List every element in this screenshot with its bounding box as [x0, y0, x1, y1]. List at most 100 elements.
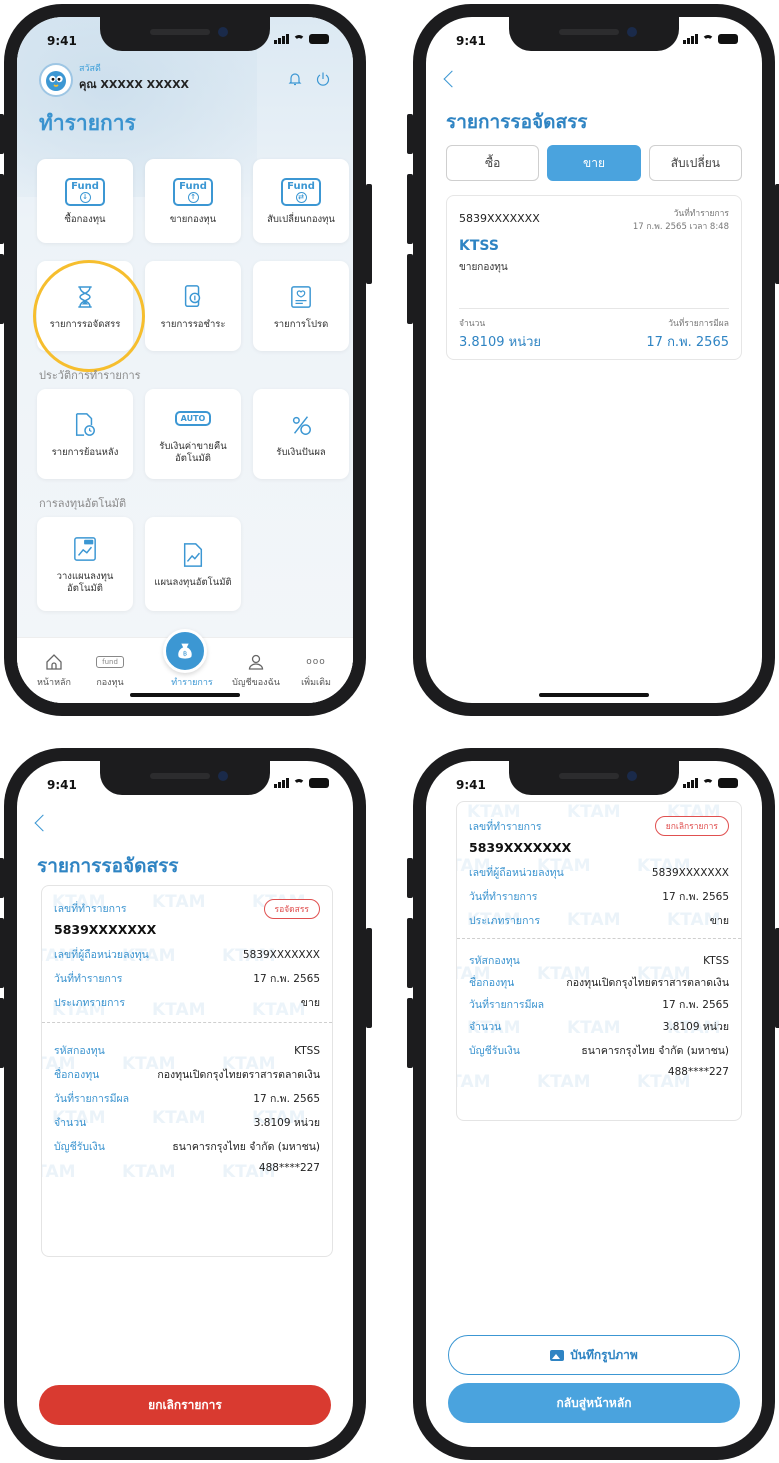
- tile-auto-redeem[interactable]: AUTO รับเงินค่าขายคืน อัตโนมัติ: [145, 389, 241, 479]
- plan-chart-icon: [183, 543, 203, 567]
- nav-funds[interactable]: fund กองทุน: [79, 653, 141, 689]
- nav-transactions[interactable]: ทำรายการ: [161, 653, 223, 689]
- speaker: [150, 29, 210, 35]
- side-button: [0, 918, 4, 988]
- back-to-home-button[interactable]: กลับสู่หน้าหลัก: [448, 1383, 740, 1423]
- tile-dividend[interactable]: รับเงินปันผล: [253, 389, 349, 479]
- tile-favorites[interactable]: รายการโปรด: [253, 261, 349, 351]
- side-button: [407, 174, 413, 244]
- power-icon[interactable]: [315, 71, 331, 87]
- camera: [218, 771, 228, 781]
- status-time: 9:41: [47, 34, 77, 48]
- tile-auto-plan[interactable]: วางแผนลงทุน อัตโนมัติ: [37, 517, 133, 611]
- effective-date-label: วันที่รายการมีผล: [668, 319, 729, 329]
- battery-icon: [718, 34, 738, 44]
- tile-label: รายการรอชำระ: [160, 318, 226, 330]
- tab-switch[interactable]: สับเปลี่ยน: [648, 145, 742, 181]
- save-image-button[interactable]: บันทึกรูปภาพ: [448, 1335, 740, 1375]
- speaker: [559, 29, 619, 35]
- row-value: 3.8109 หน่วย: [662, 1021, 729, 1033]
- transaction-type-tabs: ซื้อ ขาย สับเปลี่ยน: [446, 145, 742, 181]
- side-button: [0, 858, 4, 898]
- bank-account-row: 488****227: [54, 1162, 320, 1174]
- nav-label: หน้าหลัก: [36, 678, 72, 688]
- row-value: 17 ก.พ. 2565: [662, 891, 729, 903]
- side-button: [366, 184, 372, 284]
- row-value: ขาย: [300, 997, 320, 1009]
- detail-row: จำนวน 3.8109 หน่วย: [54, 1114, 320, 1131]
- row-value: กองทุนเปิดกรุงไทยตราสารตลาดเงิน: [157, 1069, 320, 1081]
- transaction-number: 5839XXXXXXX: [54, 922, 157, 937]
- row-key: วันที่รายการมีผล: [469, 999, 545, 1011]
- detail-row: เลขที่ผู้ถือหน่วยลงทุน 5839XXXXXXX: [54, 946, 320, 963]
- tile-label: วางแผนลงทุน อัตโนมัติ: [56, 570, 114, 594]
- detail-row: จำนวน 3.8109 หน่วย: [469, 1018, 729, 1035]
- speaker: [150, 773, 210, 779]
- row-key: วันที่ทำรายการ: [469, 891, 538, 903]
- tile-buy-fund[interactable]: Fund↓ ซื้อกองทุน: [37, 159, 133, 243]
- side-button: [0, 174, 4, 244]
- nav-more[interactable]: ooo เพิ่มเติม: [285, 653, 347, 689]
- row-value: 17 ก.พ. 2565: [253, 1093, 320, 1105]
- battery-icon: [718, 778, 738, 788]
- section-auto-label: การลงทุนอัตโนมัติ: [39, 497, 127, 510]
- cancel-transaction-button[interactable]: ยกเลิกรายการ: [39, 1385, 331, 1425]
- tile-label: สับเปลี่ยนกองทุน: [267, 213, 335, 225]
- nav-home[interactable]: หน้าหลัก: [23, 653, 85, 689]
- favorite-list-icon: [291, 286, 311, 308]
- detail-row: รหัสกองทุน KTSS: [469, 952, 729, 969]
- tab-sell[interactable]: ขาย: [547, 145, 641, 181]
- auto-plan-icon: [74, 536, 96, 561]
- more-icon: ooo: [306, 657, 326, 667]
- auto-redeem-icon: AUTO: [174, 411, 212, 427]
- back-arrow-icon[interactable]: [443, 70, 461, 88]
- side-button: [407, 998, 413, 1068]
- side-button: [0, 998, 4, 1068]
- phone-frame-2: 9:41 รายการรอจัดสรร ซื้อ ขาย สับเปลี่ยน …: [407, 4, 779, 716]
- status-icons: [683, 778, 738, 788]
- wifi-icon: [293, 34, 305, 44]
- detail-row: บัญชีรับเงิน ธนาคารกรุงไทย จำกัด (มหาชน): [54, 1138, 320, 1155]
- bell-icon[interactable]: [287, 71, 303, 87]
- row-key: จำนวน: [469, 1021, 502, 1033]
- tile-label: รายการโปรด: [273, 318, 329, 330]
- status-time: 9:41: [456, 34, 486, 48]
- tile-label: รับเงินปันผล: [276, 446, 326, 458]
- amount-value: 3.8109 หน่วย: [459, 335, 541, 350]
- tab-buy[interactable]: ซื้อ: [446, 145, 540, 181]
- tile-switch-fund[interactable]: Fund⇄ สับเปลี่ยนกองทุน: [253, 159, 349, 243]
- row-key: ชื่อกองทุน: [54, 1069, 100, 1081]
- phone-frame-3: 9:41 รายการรอจัดสรร KTAMKTAMKTAM KTAMKTA…: [0, 748, 372, 1460]
- detail-row: วันที่รายการมีผล 17 ก.พ. 2565: [469, 996, 729, 1013]
- wifi-icon: [702, 778, 714, 788]
- notch: [509, 17, 679, 51]
- back-arrow-icon[interactable]: [34, 814, 52, 832]
- tile-auto-plans-list[interactable]: แผนลงทุนอัตโนมัติ: [145, 517, 241, 611]
- tile-label: รายการย้อนหลัง: [51, 446, 119, 458]
- nav-my-account[interactable]: บัญชีของฉัน: [225, 653, 287, 689]
- battery-icon: [309, 34, 329, 44]
- greeting-label: สวัสดี: [79, 64, 101, 74]
- pending-allocation-detail-screen: 9:41 รายการรอจัดสรร KTAMKTAMKTAM KTAMKTA…: [17, 761, 353, 1447]
- tile-sell-fund[interactable]: Fund↑ ขายกองทุน: [145, 159, 241, 243]
- signal-icon: [683, 778, 698, 788]
- pending-allocation-list-screen: 9:41 รายการรอจัดสรร ซื้อ ขาย สับเปลี่ยน …: [426, 17, 762, 703]
- page-title: ทำรายการ: [39, 111, 136, 135]
- transaction-detail-card: KTAMKTAMKTAM KTAMKTAMKTAM KTAMKTAMKTAM K…: [41, 885, 333, 1257]
- avatar[interactable]: [39, 63, 73, 97]
- status-time: 9:41: [47, 778, 77, 792]
- bank-account-row: 488****227: [469, 1066, 729, 1078]
- tile-history[interactable]: รายการย้อนหลัง: [37, 389, 133, 479]
- home-indicator: [130, 693, 240, 697]
- row-value: 5839XXXXXXX: [651, 867, 729, 879]
- camera: [218, 27, 228, 37]
- row-key: เลขที่ทำรายการ: [54, 903, 127, 915]
- cancelled-transaction-screen: 9:41 KTAMKTAMKTAM KTAMKTAMKTAM KTAMKTAMK…: [426, 761, 762, 1447]
- row-value: ธนาคารกรุงไทย จำกัด (มหาชน): [172, 1141, 320, 1153]
- mascot-icon: [46, 71, 66, 91]
- speaker: [559, 773, 619, 779]
- pending-transaction-card[interactable]: 5839XXXXXXX วันที่ทำรายการ 17 ก.พ. 2565 …: [446, 195, 742, 360]
- transaction-date: 17 ก.พ. 2565 เวลา 8:48: [632, 222, 729, 232]
- tile-pending-payment[interactable]: รายการรอชำระ: [145, 261, 241, 351]
- side-button: [775, 928, 779, 1028]
